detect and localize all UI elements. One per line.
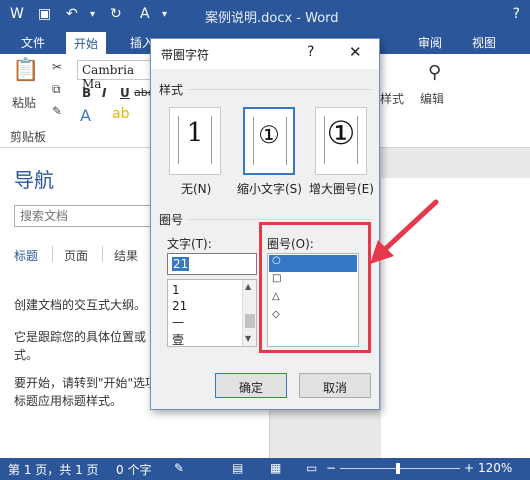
text-label: 文字(T): <box>167 237 212 251</box>
tab-pages[interactable]: 页面 <box>64 247 88 264</box>
nav-hint-paragraph: 它是跟踪您的具体位置或 式。 <box>14 328 146 364</box>
underline-button[interactable]: U <box>120 86 130 100</box>
scroll-up-icon[interactable]: ▲ <box>245 282 251 291</box>
highlight-frame <box>259 222 371 353</box>
zoom-in-icon[interactable]: + <box>464 461 474 475</box>
editing-group-label[interactable]: 编辑 <box>420 90 444 107</box>
nav-hint-paragraph: 要开始，请转到"开始"选项 标题应用标题样式。 <box>14 374 157 410</box>
paste-icon[interactable]: 📋 <box>12 58 39 83</box>
undo-icon[interactable]: ↶ <box>66 6 78 22</box>
style-shrink-text-option[interactable]: ① <box>243 107 295 175</box>
list-item[interactable]: 1 <box>172 283 180 297</box>
tab-divider <box>52 246 53 262</box>
highlight-icon[interactable]: ab <box>112 106 129 122</box>
style-enlarge-symbol-option[interactable]: ① <box>315 107 367 175</box>
tab-divider <box>102 246 103 262</box>
navigation-title: 导航 <box>14 168 54 192</box>
tab-view[interactable]: 视图 <box>472 34 496 51</box>
copy-icon[interactable]: ⧉ <box>52 82 61 97</box>
style-shrink-preview: ① <box>258 121 280 149</box>
dialog-help-icon[interactable]: ? <box>307 44 314 60</box>
status-bar: 第 1 页，共 1 页 0 个字 ✎ ▤ ▦ ▭ − + 120% <box>0 458 530 480</box>
bold-button[interactable]: B <box>82 86 91 100</box>
window-title: 案例说明.docx - Word <box>205 11 339 26</box>
word-count[interactable]: 0 个字 <box>116 461 151 478</box>
nav-hint-line: 它是跟踪您的具体位置或 <box>14 330 147 344</box>
text-effects-icon[interactable]: A <box>80 106 91 125</box>
print-layout-icon[interactable]: ▦ <box>270 461 281 475</box>
list-item[interactable]: 壹 <box>172 331 184 348</box>
style-none-preview: 1 <box>186 118 204 148</box>
save-icon[interactable]: ▣ <box>38 6 51 22</box>
style-enlarge-label[interactable]: 增大圈号(E) <box>309 180 374 197</box>
font-name-combo[interactable]: Cambria Ma <box>77 60 152 91</box>
read-mode-icon[interactable]: ▤ <box>232 461 243 475</box>
zoom-level[interactable]: 120% <box>478 461 512 475</box>
text-input[interactable]: 21 <box>167 253 257 275</box>
style-shrink-label[interactable]: 缩小文字(S) <box>237 180 302 197</box>
scroll-thumb[interactable] <box>245 314 255 328</box>
text-input-value: 21 <box>172 257 190 271</box>
annotation-arrow-icon <box>370 199 439 264</box>
tab-headings[interactable]: 标题 <box>14 247 38 264</box>
style-enlarge-preview: ① <box>326 114 356 152</box>
tab-review[interactable]: 审阅 <box>418 34 442 51</box>
title-bar: W ▣ ↶ ▾ ↻ A ▾ 案例说明.docx - Word ? <box>0 0 530 30</box>
clipboard-group-label: 剪贴板 <box>10 130 47 144</box>
tab-results[interactable]: 结果 <box>114 247 138 264</box>
style-section-label: 样式 <box>159 83 184 97</box>
list-item[interactable]: 21 <box>172 299 187 313</box>
undo-dropdown-icon[interactable]: ▾ <box>90 9 95 20</box>
italic-button[interactable]: I <box>102 86 106 100</box>
scroll-down-icon[interactable]: ▼ <box>245 334 251 343</box>
format-painter-icon[interactable]: ✎ <box>52 104 62 118</box>
dialog-title-bar: 带圈字符 ? ✕ <box>151 39 379 69</box>
zoom-slider-thumb[interactable] <box>395 463 400 474</box>
nav-hint-line: 标题应用标题样式。 <box>14 394 123 408</box>
word-logo-icon: W <box>10 6 24 22</box>
enclosure-section-label: 圈号 <box>159 213 184 227</box>
style-none-option[interactable]: 1 <box>169 107 221 175</box>
nav-hint-line: 要开始，请转到"开始"选项 <box>14 376 158 390</box>
tab-file[interactable]: 文件 <box>8 30 58 54</box>
proofing-icon[interactable]: ✎ <box>174 461 184 475</box>
tab-home[interactable]: 开始 <box>66 32 107 54</box>
section-divider <box>189 219 371 220</box>
zoom-slider[interactable] <box>340 468 460 469</box>
redo-icon[interactable]: ↻ <box>110 6 122 22</box>
find-icon[interactable]: ⚲ <box>428 62 441 83</box>
style-none-label[interactable]: 无(N) <box>181 180 211 197</box>
ok-button[interactable]: 确定 <box>215 373 287 398</box>
text-options-list[interactable]: 1 21 — 壹 ▲ ▼ <box>167 279 257 347</box>
styles-group-label[interactable]: 样式 <box>380 90 404 107</box>
enclose-characters-dialog: 带圈字符 ? ✕ 样式 1 ① ① 无(N) 缩小文字(S) 增大圈号(E) 圈… <box>150 38 380 410</box>
dialog-title: 带圈字符 <box>161 48 210 62</box>
dialog-close-icon[interactable]: ✕ <box>349 43 362 61</box>
section-divider <box>189 89 371 90</box>
paste-button[interactable]: 粘贴 <box>12 94 36 111</box>
cancel-button[interactable]: 取消 <box>299 373 371 398</box>
nav-hint-line: 创建文档的交互式大纲。 <box>14 298 147 312</box>
list-scrollbar[interactable]: ▲ ▼ <box>242 280 256 346</box>
web-layout-icon[interactable]: ▭ <box>306 461 317 475</box>
customize-toolbar-icon[interactable]: ▾ <box>162 9 167 20</box>
list-item[interactable]: — <box>172 315 184 329</box>
cut-icon[interactable]: ✂ <box>52 60 62 74</box>
nav-hint-paragraph: 创建文档的交互式大纲。 <box>14 296 146 314</box>
help-icon[interactable]: ? <box>513 6 520 22</box>
zoom-out-icon[interactable]: − <box>326 461 336 475</box>
font-icon[interactable]: A <box>140 6 150 22</box>
page-count[interactable]: 第 1 页，共 1 页 <box>8 461 99 478</box>
nav-hint-line: 式。 <box>14 348 39 362</box>
